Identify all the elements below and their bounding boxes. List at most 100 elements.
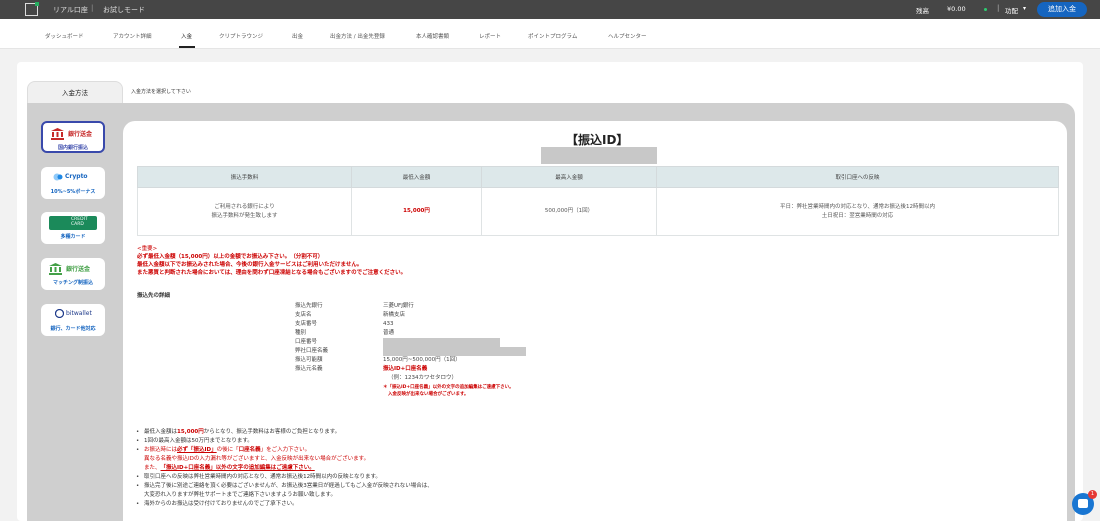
- fee-cell: ご利用される銀行により 振込手数料が発生致します: [137, 187, 352, 236]
- fee-table: 振込手数料 最低入金額 最高入金額 取引口座への反映 ご利用される銀行により 振込…: [137, 166, 1059, 236]
- table-header: 最高入金額: [481, 166, 657, 188]
- list-item-cont: 大変恐れ入りますが弊社サポートまでご連絡下さいますようお願い致します。: [144, 492, 336, 498]
- detail-row: 種別 普通: [295, 329, 555, 338]
- list-item: 取引口座への反映は弊社営業時間内の対応となり、通常お振込後12時間以内の反映とな…: [136, 473, 433, 482]
- notice-line: 最低入金額以下でお振込みされた場合、今後の銀行入金サービスはご利用いただけません…: [137, 262, 363, 268]
- separator: |: [997, 4, 1000, 12]
- reflect-line: 平日：弊社営業時間内の対応となり、通常お振込後12時間以内: [779, 203, 936, 210]
- method-sub: 銀行、カード他対応: [50, 326, 96, 332]
- section-title: 振込先の詳細: [137, 293, 171, 299]
- chevron-down-icon[interactable]: ▾: [1023, 5, 1026, 12]
- list-item: 最低入金額は15,000円からとなり、振込手数料はお客様のご負担となります。: [136, 428, 433, 437]
- reflect-cell: 平日：弊社営業時間内の対応となり、通常お振込後12時間以内 土日祝日：翌営業時間の…: [656, 187, 1059, 236]
- table-header: 最低入金額: [351, 166, 482, 188]
- fee-line: 振込手数料が発生致します: [211, 212, 278, 219]
- method-sub: 国内銀行振込: [57, 145, 88, 151]
- nav-withdraw-methods[interactable]: 出金方法 / 出金先登録: [330, 32, 385, 40]
- method-name: 銀行送金: [66, 266, 91, 273]
- note-text: また、: [144, 465, 161, 471]
- function-menu[interactable]: 功配: [1005, 5, 1018, 15]
- detail-row: 支店番号 433: [295, 320, 555, 329]
- account-type[interactable]: リアル口座: [53, 5, 88, 15]
- note-text: 1回の最高入金額は50万円までとなります。: [144, 438, 253, 444]
- note-text: 「振込ID+口座名義」以外の文字の追加編集はご遠慮下さい。: [160, 465, 315, 471]
- detail-row: 支店名 新橋支店: [295, 311, 555, 320]
- bank-icon: [49, 263, 62, 275]
- nav-deposit[interactable]: 入金: [181, 32, 192, 40]
- nav-reports[interactable]: レポート: [479, 32, 501, 40]
- nav-point-program[interactable]: ポイントプログラム: [528, 32, 577, 40]
- nav-account-details[interactable]: アカウント詳細: [113, 32, 152, 40]
- min-amount-cell: 15,000円: [351, 187, 482, 236]
- method-name: Crypto: [65, 173, 88, 180]
- method-bank-transfer[interactable]: 銀行送金 国内銀行振込: [41, 121, 105, 153]
- nav-withdraw[interactable]: 出金: [292, 32, 303, 40]
- note-text: 口座名義: [238, 447, 261, 453]
- fee-line: ご利用される銀行により: [214, 203, 275, 210]
- detail-key: 支店番号: [295, 321, 318, 327]
- active-nav-indicator: [179, 46, 195, 48]
- detail-row: 口座番号: [295, 338, 555, 347]
- top-bar: リアル口座 | お試しモード 残高 ¥0.00 | 功配 ▾ 追加入金: [0, 0, 1100, 19]
- nav-crypto-lounge[interactable]: クリプトラウンジ: [219, 32, 263, 40]
- detail-row: 振込元名義 振込ID+口座名義: [295, 365, 555, 374]
- crypto-icon: [53, 173, 63, 181]
- detail-key: 支店名: [295, 312, 312, 318]
- transfer-id-masked: [541, 147, 657, 164]
- notice-heading: <重要>: [137, 246, 158, 252]
- transfer-details: 振込先銀行 三菱UFJ銀行 支店名 新橋支店 支店番号 433 種別 普通 口座番号 弊…: [295, 302, 555, 399]
- method-bitwallet[interactable]: bitwallet 銀行、カード他対応: [41, 304, 105, 336]
- detail-value: 15,000円~500,000円（1回）: [383, 357, 461, 363]
- tab-deposit-method[interactable]: 入金方法: [27, 81, 123, 103]
- name-note-line: ＊「振込ID+口座名義」以外の文字の追加編集はご遠慮下さい。: [383, 385, 514, 390]
- demo-mode-link[interactable]: お試しモード: [103, 5, 145, 15]
- detail-row: （例：1234カワセタロウ）: [295, 374, 555, 383]
- chat-badge: 1: [1088, 490, 1097, 499]
- nav-dashboard[interactable]: ダッシュボード: [45, 32, 84, 40]
- note-text: 必ず「振込ID」: [177, 447, 217, 453]
- list-item: 振込完了後に別途ご連絡を頂く必要はございませんが、お振込後3営業日が経過してもご…: [136, 482, 433, 491]
- note-text: からとなり、振込手数料はお客様のご負担となります。: [203, 429, 341, 435]
- chat-button[interactable]: 1: [1072, 490, 1097, 515]
- nav-id-documents[interactable]: 本人確認書類: [416, 32, 449, 40]
- table-header: 振込手数料: [137, 166, 352, 188]
- method-name: bitwallet: [66, 310, 92, 317]
- logo-icon[interactable]: [25, 2, 39, 16]
- method-crypto[interactable]: Crypto 10%~5%ボーナス: [41, 167, 105, 199]
- note-text: お振込時には: [144, 447, 178, 453]
- card-label: CREDIT CARD: [71, 217, 88, 227]
- add-funds-button[interactable]: 追加入金: [1037, 2, 1087, 17]
- detail-value: 三菱UFJ銀行: [383, 303, 414, 309]
- account-number-masked: [383, 338, 500, 347]
- balance-value: ¥0.00: [947, 5, 966, 13]
- note-text: 海外からのお振込は受け付けておりませんのでご了承下さい。: [144, 501, 298, 507]
- notice-line: 必ず最低入金額（15,000円）以上の金額でお振込み下さい。（分割不可）: [137, 254, 324, 260]
- tab-hint: 入金方法を選択して下さい: [131, 89, 191, 95]
- notice-line: また悪質と判断された場合においては、理由を問わず口座凍結となる場合もございますの…: [137, 270, 407, 276]
- balance-label: 残高: [916, 7, 929, 15]
- separator: |: [91, 4, 94, 12]
- page-title: 【振込ID】: [566, 133, 629, 147]
- important-notice: <重要> 必ず最低入金額（15,000円）以上の金額でお振込み下さい。（分割不可…: [137, 245, 406, 277]
- note-text: 」をご入力下さい。: [260, 447, 311, 453]
- method-sub: 多種カード: [60, 234, 86, 240]
- credit-card-icon: CREDIT CARD: [49, 216, 97, 230]
- reflect-line: 土日祝日：翌営業時間の対応: [821, 212, 894, 219]
- account-name-masked: [383, 347, 526, 356]
- table-header: 取引口座への反映: [656, 166, 1059, 188]
- method-credit-card[interactable]: CREDIT CARD 多種カード: [41, 212, 105, 244]
- method-bank-matching[interactable]: 銀行送金 マッチング制振込: [41, 258, 105, 290]
- list-item: 海外からのお振込は受け付けておりませんのでご了承下さい。: [136, 500, 433, 509]
- detail-key: 口座番号: [295, 339, 318, 345]
- detail-value: 普通: [383, 330, 395, 336]
- list-item-cont: 異なる名義や振込IDの入力漏れ等がございますと、入金反映が出来ない場合がございま…: [144, 456, 370, 462]
- list-item-cont: また、「振込ID+口座名義」以外の文字の追加編集はご遠慮下さい。: [136, 464, 433, 473]
- nav-help-center[interactable]: ヘルプセンター: [608, 32, 647, 40]
- method-sub: 10%~5%ボーナス: [50, 189, 96, 195]
- note-text: 最低入金額は: [144, 429, 178, 435]
- detail-key: 振込可能額: [295, 357, 323, 363]
- detail-key: 種別: [295, 330, 307, 336]
- note-text: 振込完了後に別途ご連絡を頂く必要はございませんが、お振込後3営業日が経過してもご…: [144, 483, 433, 489]
- method-sub: マッチング制振込: [52, 280, 93, 286]
- detail-row: 振込可能額 15,000円~500,000円（1回）: [295, 356, 555, 365]
